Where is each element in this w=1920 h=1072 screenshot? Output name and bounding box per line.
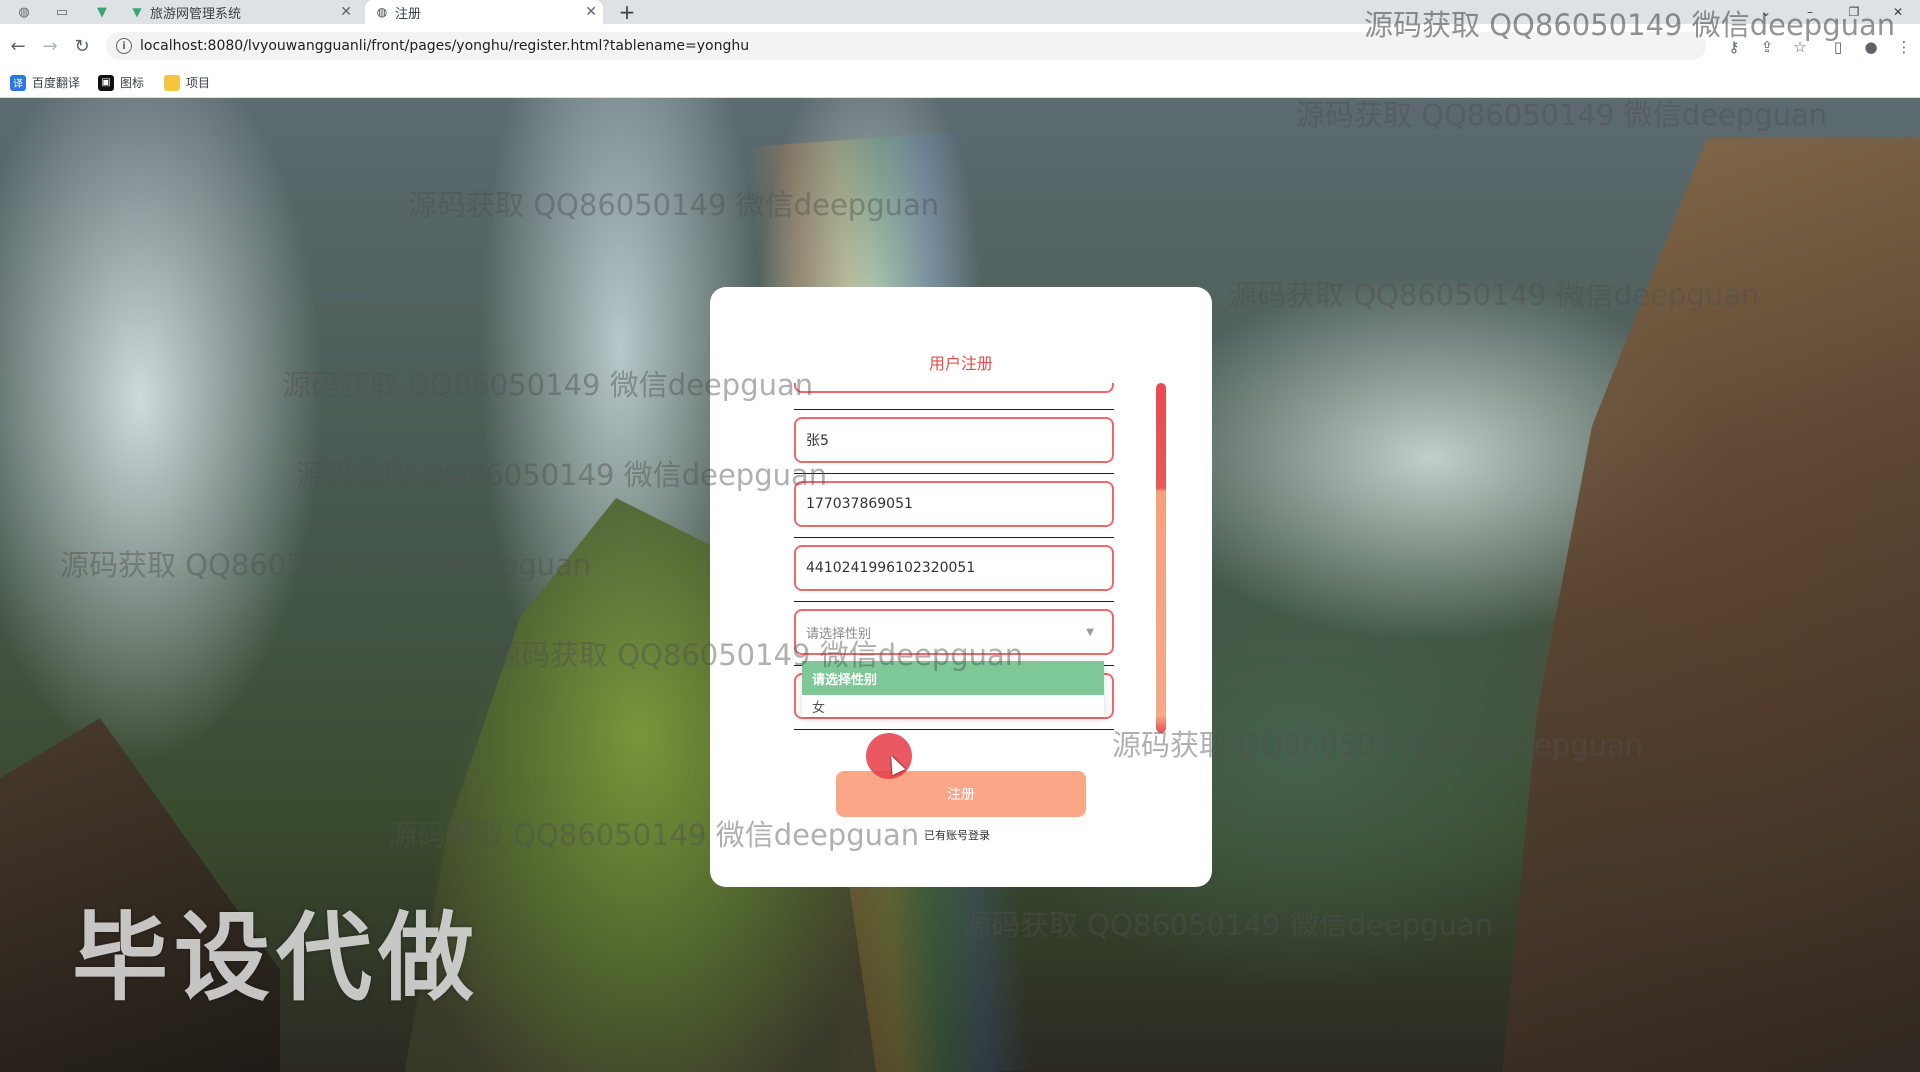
tab-label: 注册 (395, 6, 422, 22)
vue-icon: ▼ (132, 5, 142, 19)
watermark: 源码获取 QQ86050149 微信deepguan (408, 188, 940, 222)
watermark: 源码获取 QQ86050149 微信deepguan (1228, 278, 1760, 312)
watermark: 源码获取 QQ86050149 微信deepguan (1364, 8, 1896, 42)
name-input[interactable]: 张5 (794, 417, 1114, 463)
watermark: 源码获取 QQ86050149 微信deepguan (1296, 98, 1828, 132)
tab-admin[interactable]: ▼ 旅游网管理系统 ✕ (130, 0, 358, 24)
globe-icon: ◍ (376, 5, 388, 19)
banner-watermark: 毕设代做 (72, 902, 480, 1014)
vue-icon[interactable]: ▼ (88, 3, 116, 21)
field-divider (794, 409, 1114, 410)
bookmark-label: 百度翻译 (32, 76, 81, 90)
field-divider (794, 729, 1114, 730)
id-card-value: 4410241996102320051 (806, 560, 976, 576)
url-text: localhost:8080/lvyouwangguanli/front/pag… (140, 38, 750, 54)
reload-icon[interactable]: ↻ (70, 34, 94, 58)
close-icon[interactable]: ✕ (340, 4, 352, 20)
back-icon[interactable]: ← (6, 34, 30, 58)
watermark: 源码获取 QQ86050149 微信deepguan (388, 818, 920, 852)
login-link[interactable]: 已有账号登录 (924, 827, 990, 843)
phone-value: 177037869051 (806, 496, 913, 512)
menu-icon[interactable]: ⋮ (1893, 36, 1915, 58)
previous-field[interactable] (794, 383, 1114, 393)
field-divider (794, 601, 1114, 602)
info-icon[interactable]: i (116, 38, 132, 54)
bookmark-baidu-translate[interactable]: 译 百度翻译 (10, 74, 80, 91)
field-divider (794, 473, 1114, 474)
form-scroll-area[interactable]: 张5 177037869051 4410241996102320051 请选择性… (794, 383, 1124, 783)
watermark: 源码获取 QQ86050149 微信deepguan (296, 458, 828, 492)
watermark: 源码获取 QQ86050149 微信deepguan (60, 548, 592, 582)
watermark: 源码获取 QQ86050149 微信deepguan (1112, 728, 1644, 762)
field-divider (794, 537, 1114, 538)
baidu-translate-icon: 译 (10, 74, 26, 91)
forward-icon[interactable]: → (38, 34, 62, 58)
form-scrollbar[interactable] (1156, 383, 1166, 733)
chevron-down-icon: ▼ (1086, 627, 1094, 638)
register-button[interactable]: 注册 (836, 771, 1086, 817)
bookmark-icons[interactable]: ▣ 图标 (98, 74, 144, 91)
watermark: 源码获取 QQ86050149 微信deepguan (492, 638, 1024, 672)
folder-icon (164, 74, 180, 91)
watermark: 源码获取 QQ86050149 微信deepguan (282, 368, 814, 402)
bookmark-project[interactable]: 项目 (164, 74, 210, 91)
tab-label: 旅游网管理系统 (150, 6, 242, 22)
tab-register[interactable]: ◍ 注册 ✕ (365, 0, 603, 24)
gender-option[interactable]: 女 (802, 695, 1104, 717)
image-icon: ▣ (98, 74, 114, 91)
close-icon[interactable]: ✕ (585, 4, 597, 20)
mail-icon[interactable]: ▭ (48, 3, 76, 21)
globe-icon[interactable]: ◍ (10, 3, 38, 21)
watermark: 源码获取 QQ86050149 微信deepguan (962, 908, 1494, 942)
phone-input[interactable]: 177037869051 (794, 481, 1114, 527)
id-card-input[interactable]: 4410241996102320051 (794, 545, 1114, 591)
bookmark-label: 图标 (120, 76, 145, 90)
new-tab-button[interactable]: + (615, 0, 639, 24)
name-value: 张5 (806, 433, 829, 449)
bookmark-label: 项目 (186, 76, 211, 90)
